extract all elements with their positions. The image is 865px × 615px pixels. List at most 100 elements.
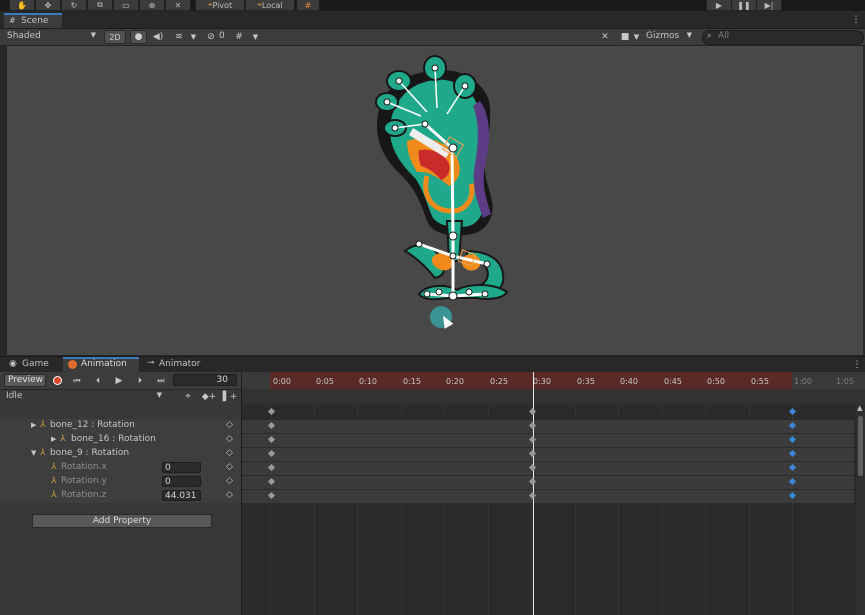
gizmos-label: Gizmos xyxy=(646,31,680,41)
play-animation-button[interactable]: ▶ xyxy=(110,374,128,387)
draw-mode-dropdown[interactable]: Shaded ▼ xyxy=(4,30,100,44)
step-button[interactable]: ▶| xyxy=(756,0,782,11)
grid-dropdown-icon[interactable]: ▼ xyxy=(251,30,260,44)
hand-tool-icon: ✋ xyxy=(17,0,27,10)
add-event-button[interactable]: ▌+ xyxy=(223,390,237,403)
dopesheet-row[interactable] xyxy=(242,434,854,447)
property-row[interactable]: ⅄ Rotation.x 0 ◇ xyxy=(0,461,241,475)
grid-icon[interactable]: # xyxy=(232,30,246,44)
rect-tool-button[interactable]: ▭ xyxy=(113,0,139,11)
property-row[interactable]: ⅄ Rotation.z 44.031 ◇ xyxy=(0,489,241,503)
timeline-tick: 0:10 xyxy=(359,377,377,386)
tools-icon[interactable]: ✕ xyxy=(598,30,612,44)
timeline-tick: 0:35 xyxy=(577,377,595,386)
pivot-toggle[interactable]: ⌖ Pivot xyxy=(195,0,245,11)
property-row[interactable]: ▶ ⅄ bone_16 : Rotation ◇ xyxy=(0,433,241,447)
custom-tool-button[interactable]: ✕ xyxy=(165,0,191,11)
dopesheet-row[interactable] xyxy=(242,420,854,433)
add-property-button[interactable]: Add Property xyxy=(32,514,212,528)
dopesheet-scrollbar[interactable]: ▲ xyxy=(856,404,865,615)
next-keyframe-button[interactable]: ⏵ xyxy=(131,374,149,387)
keyframe-dot-icon[interactable]: ◇ xyxy=(226,434,233,444)
property-row[interactable]: ▼ ⅄ bone_9 : Rotation ◇ xyxy=(0,447,241,461)
search-input[interactable]: ⌕ All xyxy=(702,30,864,45)
timeline-tick: 0:15 xyxy=(403,377,421,386)
more-menu-icon[interactable]: ⋮ xyxy=(850,13,862,27)
skip-forward-icon: ⏭ xyxy=(157,375,165,385)
clip-dropdown[interactable]: Idle ▼ xyxy=(3,390,165,403)
property-label: bone_9 : Rotation xyxy=(50,448,130,458)
more-menu-icon[interactable]: ⋮ xyxy=(851,358,863,371)
play-button[interactable]: ▶ xyxy=(706,0,732,11)
timeline-tick: 0:40 xyxy=(620,377,638,386)
tab-animator[interactable]: ⊸ Animator xyxy=(142,358,208,372)
property-row[interactable]: ⅄ Rotation.y 0 ◇ xyxy=(0,475,241,489)
crosshair-icon: ⌖ xyxy=(185,391,191,402)
local-toggle[interactable]: ⌖ Local xyxy=(245,0,295,11)
rotate-tool-button[interactable]: ↻ xyxy=(61,0,87,11)
character-sprite[interactable] xyxy=(7,46,863,355)
rotation-z-input[interactable]: 44.031 xyxy=(162,490,201,501)
local-label: Local xyxy=(261,0,283,10)
keyframe-dot-icon[interactable]: ◇ xyxy=(226,462,233,472)
lighting-toggle[interactable]: ● xyxy=(130,30,147,44)
expand-arrow-icon[interactable]: ▶ xyxy=(31,421,36,429)
audio-icon[interactable]: ◀) xyxy=(151,30,165,44)
tab-animation[interactable]: Animation xyxy=(63,357,139,372)
scene-tab-label: Scene xyxy=(21,16,49,26)
pause-button[interactable]: ❚❚ xyxy=(731,0,757,11)
add-keyframe-button[interactable]: ◆+ xyxy=(201,390,217,403)
toggle-2d-button[interactable]: 2D xyxy=(104,30,126,44)
bone-icon: ⅄ xyxy=(51,476,57,486)
property-row[interactable]: ▶ ⅄ bone_12 : Rotation ◇ xyxy=(0,419,241,433)
pause-icon: ❚❚ xyxy=(737,0,751,10)
keyframe-dot-icon[interactable]: ◇ xyxy=(226,448,233,458)
keyframe-dot-icon[interactable]: ◇ xyxy=(226,476,233,486)
timeline-tick: 0:20 xyxy=(446,377,464,386)
effects-icon[interactable]: ≋ xyxy=(172,30,186,44)
property-label: bone_16 : Rotation xyxy=(71,434,156,444)
move-tool-icon: ✥ xyxy=(44,0,52,10)
effects-dropdown-icon[interactable]: ▼ xyxy=(189,30,198,44)
rotation-x-input[interactable]: 0 xyxy=(162,462,201,473)
chevron-down-icon: ▼ xyxy=(686,31,692,39)
property-label: bone_12 : Rotation xyxy=(50,420,135,430)
keyframe-dot-icon[interactable]: ◇ xyxy=(226,420,233,430)
step-forward-icon: ⏵ xyxy=(138,375,142,385)
dopesheet-row[interactable] xyxy=(242,448,854,461)
search-placeholder: All xyxy=(718,31,730,41)
collapse-arrow-icon[interactable]: ▼ xyxy=(31,449,36,457)
event-row[interactable] xyxy=(242,389,865,404)
tab-scene[interactable]: # Scene xyxy=(4,13,62,28)
hidden-objects-icon[interactable]: ⊘ xyxy=(204,30,218,44)
last-keyframe-button[interactable]: ⏭ xyxy=(152,374,170,387)
rect-tool-icon: ▭ xyxy=(122,0,130,10)
keyframe-dot-icon[interactable]: ◇ xyxy=(226,490,233,500)
scene-viewport[interactable] xyxy=(7,46,863,355)
previous-keyframe-button[interactable]: ⏴ xyxy=(89,374,107,387)
scale-tool-button[interactable]: ⧉ xyxy=(87,0,113,11)
tab-game[interactable]: ◉ Game xyxy=(4,358,60,372)
gizmos-dropdown[interactable]: Gizmos ▼ xyxy=(644,30,696,44)
animator-icon: ⊸ xyxy=(147,358,155,368)
transform-tool-button[interactable]: ⊕ xyxy=(139,0,165,11)
timeline-tick: 1:05 xyxy=(836,377,854,386)
preview-button[interactable]: Preview xyxy=(4,374,46,387)
expand-arrow-icon[interactable]: ▶ xyxy=(51,435,56,443)
move-tool-button[interactable]: ✥ xyxy=(35,0,61,11)
hand-tool-button[interactable]: ✋ xyxy=(9,0,35,11)
filter-by-selection-button[interactable]: ⌖ xyxy=(181,390,195,403)
camera-dropdown-icon[interactable]: ▼ xyxy=(632,30,641,44)
rotation-y-input[interactable]: 0 xyxy=(162,476,201,487)
dopesheet-row[interactable] xyxy=(242,476,854,489)
grid-snap-button[interactable]: # xyxy=(296,0,320,11)
first-keyframe-button[interactable]: ⏮ xyxy=(68,374,86,387)
dopesheet-row[interactable] xyxy=(242,490,854,503)
frame-input[interactable]: 30 xyxy=(173,374,237,386)
scroll-up-icon[interactable]: ▲ xyxy=(857,404,862,412)
camera-icon[interactable]: ■ xyxy=(618,30,632,44)
dopesheet-row[interactable] xyxy=(242,462,854,475)
rotate-tool-icon: ↻ xyxy=(70,0,78,10)
record-button[interactable] xyxy=(50,374,64,387)
scrollbar-thumb[interactable] xyxy=(858,416,863,476)
